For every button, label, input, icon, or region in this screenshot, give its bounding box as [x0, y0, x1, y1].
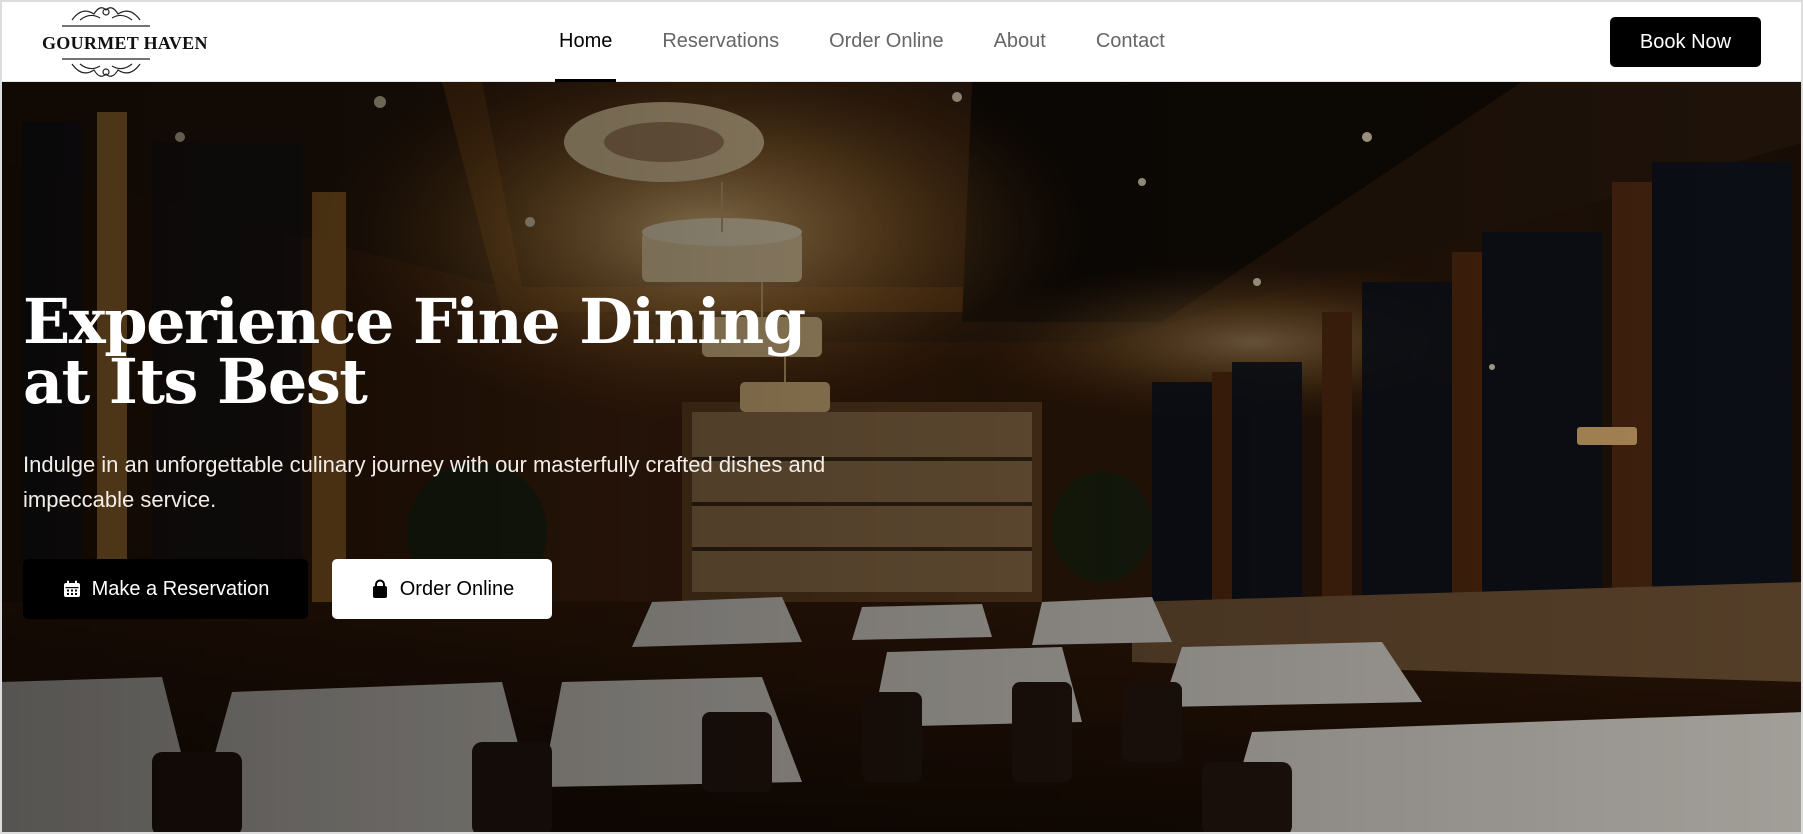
- hero-section: Experience Fine Dining at Its Best Indul…: [2, 82, 1801, 832]
- site-header: GOURMET HAVEN Home Reservations Order On…: [2, 2, 1801, 82]
- nav-item-about[interactable]: About: [990, 2, 1050, 82]
- brand-logo[interactable]: GOURMET HAVEN: [42, 2, 208, 82]
- make-reservation-button[interactable]: Make a Reservation: [23, 559, 308, 619]
- hero-title: Experience Fine Dining at Its Best: [23, 285, 806, 418]
- nav-item-home[interactable]: Home: [555, 2, 617, 82]
- nav-item-contact[interactable]: Contact: [1092, 2, 1169, 82]
- hero-subtitle: Indulge in an unforgettable culinary jou…: [23, 452, 826, 512]
- page: GOURMET HAVEN Home Reservations Order On…: [0, 0, 1803, 834]
- nav-item-label: Contact: [1095, 29, 1165, 52]
- nav-item-order-online[interactable]: Order Online: [825, 2, 948, 82]
- brand-name: GOURMET HAVEN: [42, 33, 208, 53]
- order-online-button[interactable]: Order Online: [332, 559, 552, 619]
- order-online-label: Order Online: [399, 577, 515, 600]
- nav-item-label: Home: [559, 29, 613, 52]
- book-now-button[interactable]: Book Now: [1610, 17, 1761, 67]
- nav-item-label: Reservations: [662, 29, 780, 52]
- nav-item-reservations[interactable]: Reservations: [658, 2, 783, 82]
- nav-item-label: About: [993, 29, 1046, 52]
- make-reservation-label: Make a Reservation: [91, 577, 270, 600]
- main-nav: Home Reservations Order Online About Con…: [555, 2, 1211, 82]
- nav-item-label: Order Online: [829, 29, 944, 52]
- active-nav-indicator: [555, 79, 617, 82]
- calendar-icon: [63, 580, 80, 597]
- shopping-bag-icon: [372, 579, 387, 598]
